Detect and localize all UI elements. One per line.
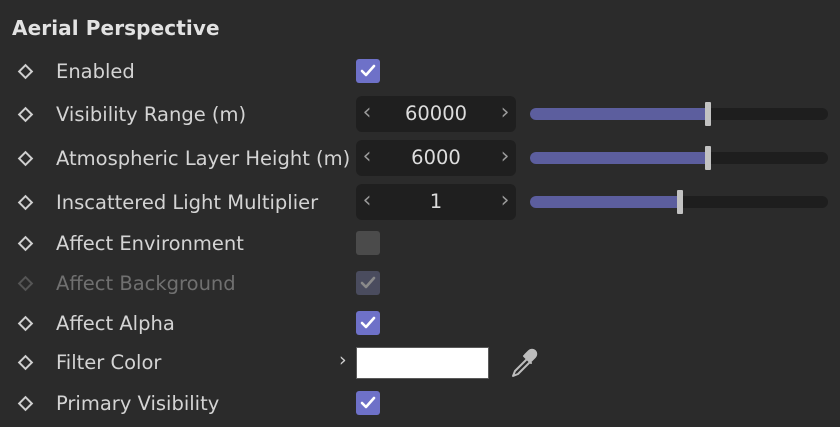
row-affect-background: Affect Background xyxy=(0,265,840,305)
decrement-chevron-icon[interactable]: ‹ xyxy=(356,96,378,132)
keyframe-diamond-icon[interactable] xyxy=(17,194,34,211)
row-enabled: Enabled xyxy=(0,53,840,93)
keyframe-diamond-icon[interactable] xyxy=(17,150,34,167)
increment-chevron-icon[interactable]: › xyxy=(494,184,516,220)
row-affect-environment: Affect Environment xyxy=(0,225,840,265)
row-affect-alpha: Affect Alpha xyxy=(0,305,840,345)
visibility-range-spinner[interactable]: ‹ 60000 › xyxy=(356,96,516,132)
decrement-chevron-icon[interactable]: ‹ xyxy=(356,184,378,220)
slider-handle[interactable] xyxy=(705,146,711,170)
row-layer-height: Atmospheric Layer Height (m) ‹ 6000 › xyxy=(0,140,840,180)
checkmark-icon xyxy=(360,276,376,289)
slider-fill xyxy=(530,108,708,120)
aerial-perspective-panel: Aerial Perspective Enabled Visibility Ra… xyxy=(0,0,840,427)
affect-alpha-label: Affect Alpha xyxy=(56,312,175,335)
filter-color-label: Filter Color xyxy=(56,351,162,374)
increment-chevron-icon[interactable]: › xyxy=(494,140,516,176)
expand-chevron-icon[interactable]: › xyxy=(339,350,353,370)
checkmark-icon xyxy=(360,64,376,77)
affect-alpha-checkbox[interactable] xyxy=(356,311,380,335)
keyframe-diamond-icon[interactable] xyxy=(17,63,34,80)
affect-background-label: Affect Background xyxy=(56,272,236,295)
slider-fill xyxy=(530,152,708,164)
keyframe-diamond-icon[interactable] xyxy=(17,106,34,123)
section-title: Aerial Perspective xyxy=(12,16,220,40)
visibility-range-slider[interactable] xyxy=(530,102,828,126)
light-multiplier-value[interactable]: 1 xyxy=(378,184,494,220)
light-multiplier-spinner[interactable]: ‹ 1 › xyxy=(356,184,516,220)
keyframe-diamond-icon xyxy=(17,275,34,292)
row-primary-visibility: Primary Visibility xyxy=(0,385,840,425)
affect-environment-label: Affect Environment xyxy=(56,232,244,255)
eyedropper-icon[interactable] xyxy=(507,346,541,380)
light-multiplier-slider[interactable] xyxy=(530,190,828,214)
layer-height-value[interactable]: 6000 xyxy=(378,140,494,176)
row-visibility-range: Visibility Range (m) ‹ 60000 › xyxy=(0,96,840,136)
checkmark-icon xyxy=(360,396,376,409)
visibility-range-label: Visibility Range (m) xyxy=(56,103,247,126)
keyframe-diamond-icon[interactable] xyxy=(17,395,34,412)
affect-environment-checkbox[interactable] xyxy=(356,231,380,255)
slider-handle[interactable] xyxy=(677,190,683,214)
checkmark-icon xyxy=(360,316,376,329)
primary-visibility-label: Primary Visibility xyxy=(56,392,220,415)
affect-background-checkbox xyxy=(356,271,380,295)
light-multiplier-label: Inscattered Light Multiplier xyxy=(56,191,319,214)
increment-chevron-icon[interactable]: › xyxy=(494,96,516,132)
layer-height-spinner[interactable]: ‹ 6000 › xyxy=(356,140,516,176)
layer-height-slider[interactable] xyxy=(530,146,828,170)
decrement-chevron-icon[interactable]: ‹ xyxy=(356,140,378,176)
filter-color-swatch[interactable] xyxy=(356,347,489,379)
keyframe-diamond-icon[interactable] xyxy=(17,315,34,332)
slider-handle[interactable] xyxy=(705,102,711,126)
enabled-checkbox[interactable] xyxy=(356,59,380,83)
layer-height-label: Atmospheric Layer Height (m) xyxy=(56,147,351,170)
row-filter-color: Filter Color › xyxy=(0,344,840,384)
row-light-multiplier: Inscattered Light Multiplier ‹ 1 › xyxy=(0,184,840,224)
keyframe-diamond-icon[interactable] xyxy=(17,235,34,252)
primary-visibility-checkbox[interactable] xyxy=(356,391,380,415)
enabled-label: Enabled xyxy=(56,60,135,83)
keyframe-diamond-icon[interactable] xyxy=(17,354,34,371)
visibility-range-value[interactable]: 60000 xyxy=(378,96,494,132)
slider-fill xyxy=(530,196,680,208)
